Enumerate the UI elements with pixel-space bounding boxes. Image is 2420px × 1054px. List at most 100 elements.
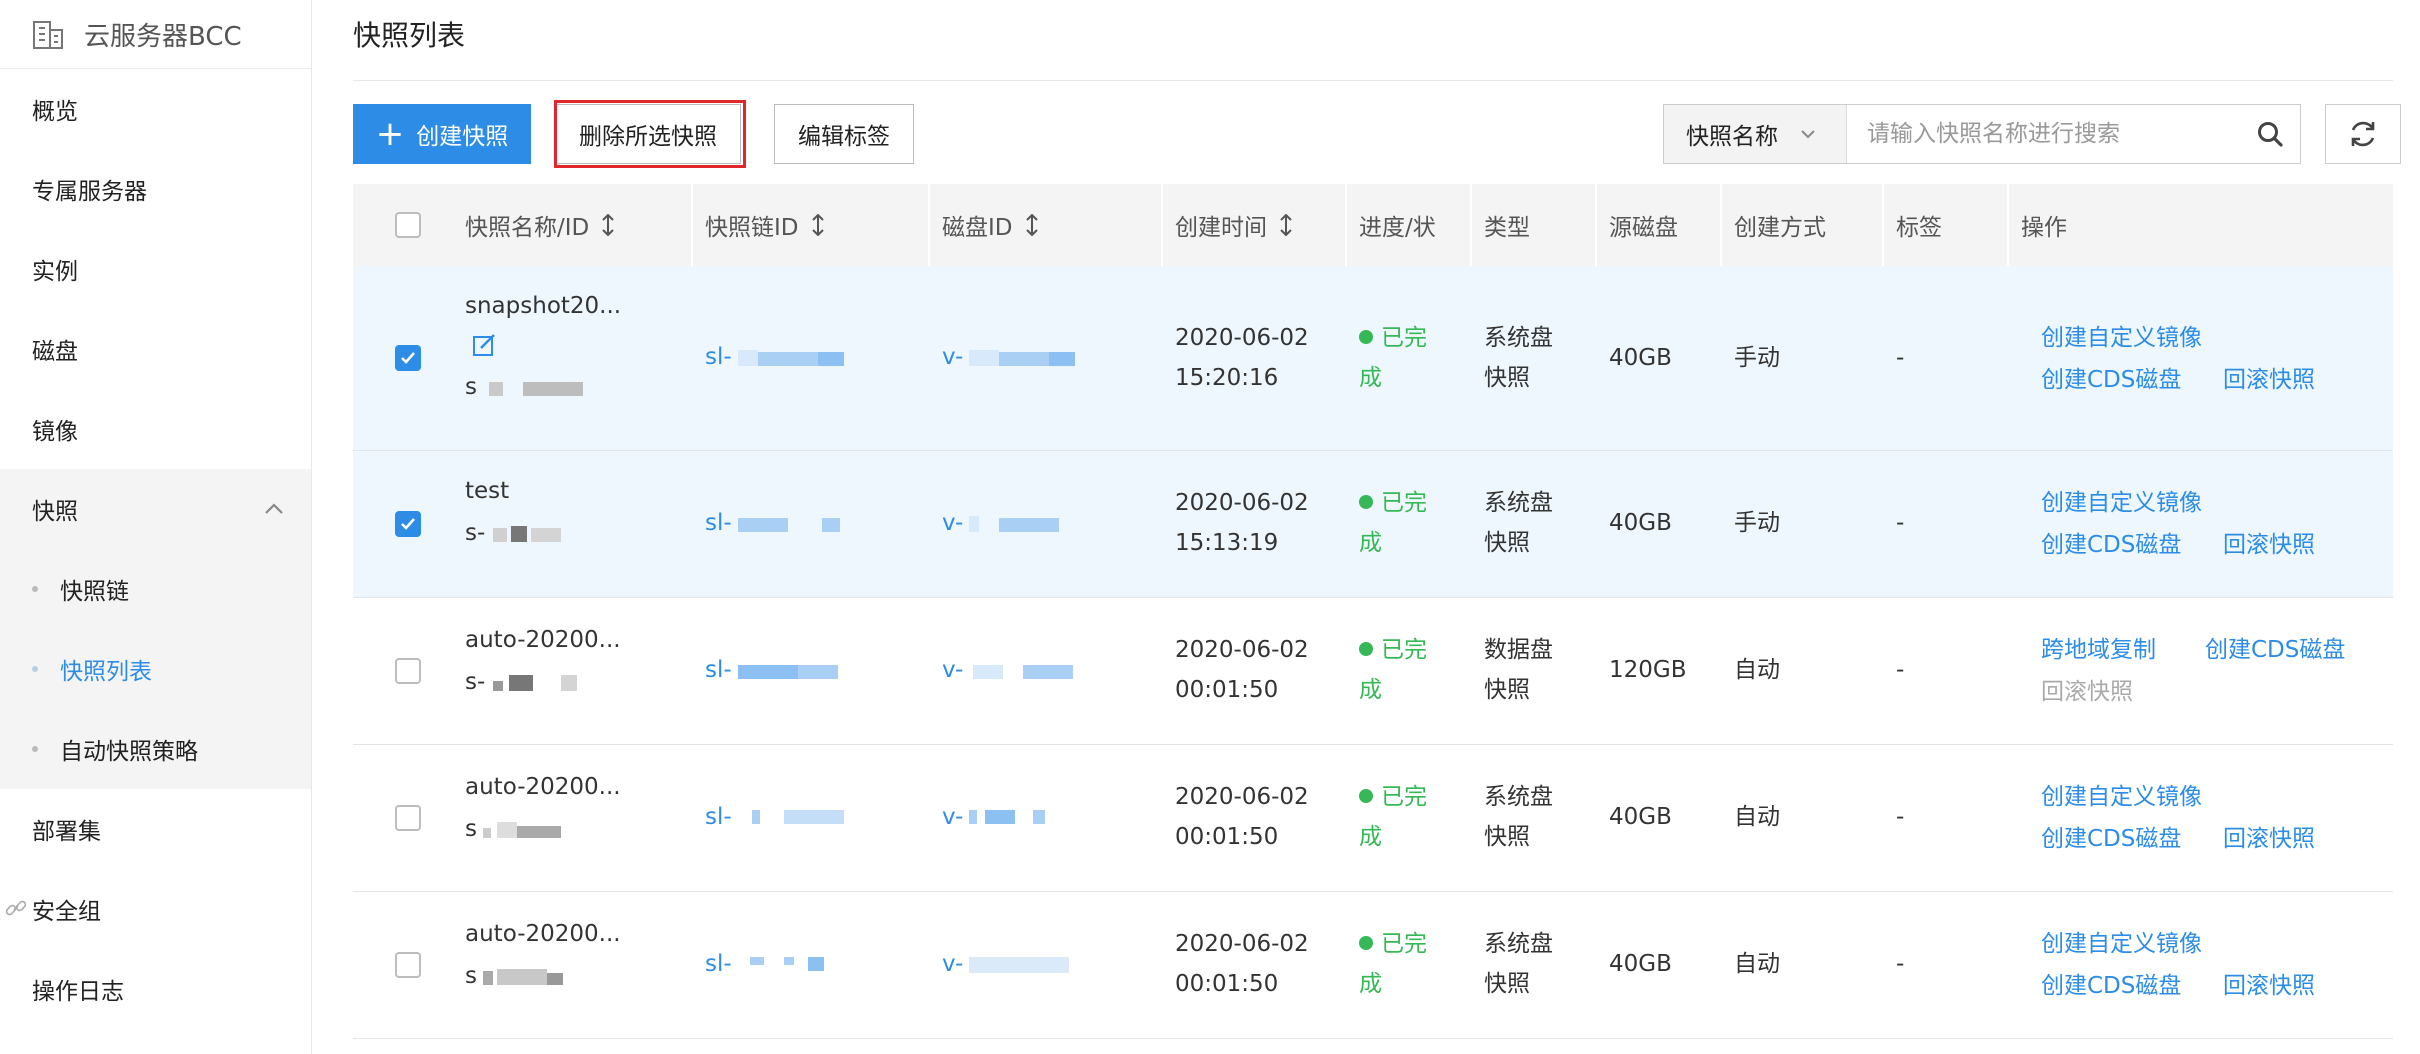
column-header-actions: 操作: [2007, 184, 2067, 266]
refresh-button[interactable]: [2325, 104, 2401, 164]
sidebar-subitem-snapshot-chain[interactable]: 快照链: [0, 549, 311, 629]
create-custom-image-link[interactable]: 创建自定义镜像: [2041, 924, 2202, 964]
column-header-create-method: 创建方式: [1720, 184, 1826, 266]
redacted-id: [737, 517, 840, 532]
row-checkbox[interactable]: [395, 511, 421, 537]
type-line2: 快照: [1484, 365, 1530, 391]
rollback-snapshot-link[interactable]: 回滚快照: [2223, 966, 2315, 1006]
status-text-line2: 成: [1359, 971, 1382, 997]
sidebar-item-security-group[interactable]: 安全组: [0, 869, 311, 949]
create-method: 自动: [1734, 951, 1780, 977]
column-header-disk-id[interactable]: 磁盘ID: [928, 184, 1039, 266]
redacted-id: [969, 956, 1070, 973]
disk-id[interactable]: v-: [942, 797, 1079, 837]
table-row[interactable]: test s- sl- v- 2020-06-02 15:13:19 已完 成 …: [353, 451, 2393, 598]
create-method: 自动: [1734, 657, 1780, 683]
status-dot: [1359, 330, 1373, 344]
rollback-snapshot-link[interactable]: 回滚快照: [2223, 819, 2315, 859]
create-custom-image-link[interactable]: 创建自定义镜像: [2041, 483, 2202, 523]
sidebar-subitem-snapshot-list[interactable]: 快照列表: [0, 629, 311, 709]
highlight-box: [554, 100, 746, 168]
table-row[interactable]: auto-20200... s- sl- v- 2020-06-02 00:01…: [353, 598, 2393, 745]
sidebar: 云服务器BCC 概览 专属服务器 实例 磁盘 镜像 快照 快照链 快照列表 自动…: [0, 0, 312, 1054]
search-field-select[interactable]: 快照名称: [1664, 105, 1847, 163]
disk-id-prefix: v-: [942, 804, 964, 830]
disk-id[interactable]: v-: [942, 503, 1079, 543]
snapshot-chain-id[interactable]: sl-: [705, 503, 848, 543]
row-checkbox[interactable]: [395, 345, 421, 371]
table-row[interactable]: auto-20200... s sl- v- 2020-06-02 00:01:…: [353, 892, 2393, 1039]
snapshot-chain-id-prefix: sl-: [705, 804, 732, 830]
cross-region-copy-link[interactable]: 跨地域复制: [2041, 630, 2156, 670]
create-snapshot-label: 创建快照: [416, 124, 509, 150]
snapshot-id-prefix: s-: [465, 669, 486, 695]
sidebar-item-instance[interactable]: 实例: [0, 229, 311, 309]
snapshot-chain-id[interactable]: sl-: [705, 337, 848, 377]
create-snapshot-button[interactable]: + 创建快照: [353, 104, 531, 164]
rollback-snapshot-link[interactable]: 回滚快照: [2223, 525, 2315, 565]
table-row[interactable]: snapshot20... s sl- v- 2020-06-02 15:20:…: [353, 266, 2393, 451]
chevron-up-icon: [265, 503, 283, 514]
disk-id[interactable]: v-: [942, 337, 1079, 377]
sidebar-subitem-label: 自动快照策略: [60, 739, 198, 765]
create-method: 手动: [1734, 510, 1780, 536]
column-header-tag: 标签: [1882, 184, 1942, 266]
select-all-checkbox[interactable]: [395, 212, 421, 238]
sidebar-header: 云服务器BCC: [0, 0, 311, 69]
sidebar-item-snapshot[interactable]: 快照: [0, 469, 311, 549]
create-cds-disk-link[interactable]: 创建CDS磁盘: [2041, 966, 2181, 1006]
sidebar-item-deployment-set[interactable]: 部署集: [0, 789, 311, 869]
column-header-label: 磁盘ID: [942, 215, 1013, 241]
snapshot-chain-id[interactable]: sl-: [705, 797, 848, 837]
search-button[interactable]: [2240, 105, 2300, 163]
column-header-chain-id[interactable]: 快照链ID: [691, 184, 825, 266]
column-header-name[interactable]: 快照名称/ID: [465, 184, 615, 266]
source-disk-size: 40GB: [1609, 345, 1672, 371]
edit-icon[interactable]: [471, 332, 497, 358]
redacted-id: [482, 821, 561, 838]
snapshot-chain-id[interactable]: sl-: [705, 650, 848, 690]
search-input[interactable]: [1847, 105, 2240, 163]
create-cds-disk-link[interactable]: 创建CDS磁盘: [2205, 630, 2345, 670]
bullet-dot: [32, 666, 38, 672]
tag-value: -: [1896, 804, 1905, 830]
snapshot-id: s-: [465, 513, 591, 553]
snapshot-id: s: [465, 809, 583, 849]
create-method: 自动: [1734, 804, 1780, 830]
redacted-id: [749, 956, 824, 971]
row-checkbox[interactable]: [395, 805, 421, 831]
sidebar-item-disk[interactable]: 磁盘: [0, 309, 311, 389]
type-line1: 系统盘: [1484, 325, 1553, 351]
column-header-created-time[interactable]: 创建时间: [1161, 184, 1293, 266]
create-custom-image-link[interactable]: 创建自定义镜像: [2041, 777, 2202, 817]
type-line1: 系统盘: [1484, 784, 1553, 810]
search-bar: 快照名称: [1663, 104, 2301, 164]
disk-id[interactable]: v-: [942, 650, 1079, 690]
redacted-id: [737, 349, 844, 366]
sidebar-item-operation-log[interactable]: 操作日志: [0, 949, 311, 1029]
status-text-line2: 成: [1359, 365, 1382, 391]
create-cds-disk-link[interactable]: 创建CDS磁盘: [2041, 819, 2181, 859]
create-cds-disk-link[interactable]: 创建CDS磁盘: [2041, 525, 2181, 565]
sidebar-item-dedicated-server[interactable]: 专属服务器: [0, 149, 311, 229]
rollback-snapshot-link[interactable]: 回滚快照: [2223, 360, 2315, 400]
sidebar-item-overview[interactable]: 概览: [0, 69, 311, 149]
status-text-line1: 已完: [1381, 490, 1427, 516]
row-checkbox[interactable]: [395, 952, 421, 978]
sidebar-item-image[interactable]: 镜像: [0, 389, 311, 469]
snapshot-id: s-: [465, 662, 591, 702]
check-icon: [401, 352, 415, 364]
sidebar-subitem-auto-snapshot-policy[interactable]: 自动快照策略: [0, 709, 311, 789]
create-custom-image-link[interactable]: 创建自定义镜像: [2041, 318, 2202, 358]
create-cds-disk-link[interactable]: 创建CDS磁盘: [2041, 360, 2181, 400]
snapshot-chain-id[interactable]: sl-: [705, 944, 848, 984]
sidebar-item-label: 快照: [32, 499, 78, 525]
row-checkbox[interactable]: [395, 658, 421, 684]
plus-icon: +: [375, 114, 405, 154]
type-line1: 数据盘: [1484, 637, 1553, 663]
edit-tag-button[interactable]: 编辑标签: [774, 104, 914, 164]
table-row[interactable]: auto-20200... s sl- v- 2020-06-02 00:01:…: [353, 745, 2393, 892]
search-icon: [2258, 122, 2283, 147]
type-line2: 快照: [1484, 971, 1530, 997]
disk-id[interactable]: v-: [942, 944, 1079, 984]
